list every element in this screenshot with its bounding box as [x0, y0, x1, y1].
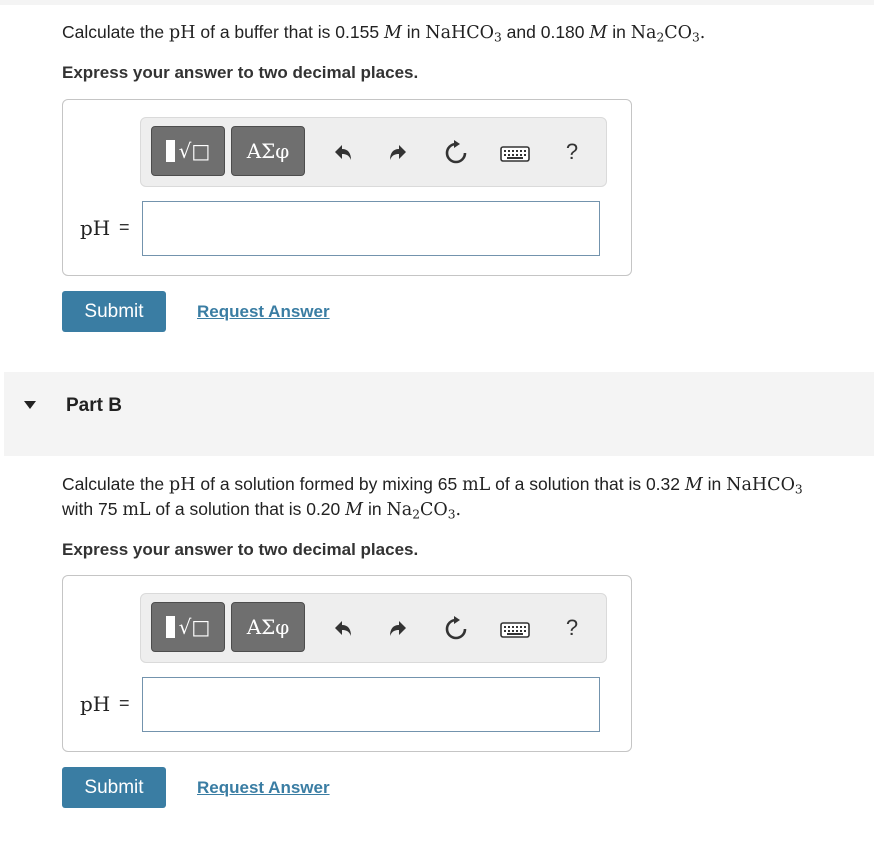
request-answer-link-a[interactable]: Request Answer: [197, 302, 330, 322]
redo-icon[interactable]: [386, 616, 412, 642]
submit-button-b[interactable]: Submit: [62, 767, 166, 808]
caret-down-icon[interactable]: [24, 401, 36, 409]
answer-label-b: pH: [80, 692, 111, 716]
symbols-button-b[interactable]: ΑΣφ: [231, 602, 305, 652]
answer-input-b[interactable]: [142, 677, 600, 732]
question-text-b: Calculate the pH of a solution formed by…: [62, 474, 803, 522]
instruction-b: Express your answer to two decimal place…: [62, 540, 419, 559]
equals-sign-b: =: [119, 693, 130, 713]
symbols-button-a[interactable]: ΑΣφ: [231, 126, 305, 176]
template-button-a[interactable]: √□: [151, 126, 225, 176]
reset-icon[interactable]: [443, 140, 469, 166]
undo-icon[interactable]: [329, 616, 355, 642]
equals-sign-a: =: [119, 217, 130, 237]
answer-input-a[interactable]: [142, 201, 600, 256]
help-icon[interactable]: ?: [559, 139, 585, 165]
redo-icon[interactable]: [386, 140, 412, 166]
answer-label-a: pH: [80, 216, 111, 240]
question-text-a: Calculate the pH of a buffer that is 0.1…: [62, 22, 706, 45]
reset-icon[interactable]: [443, 616, 469, 642]
part-b-header[interactable]: [4, 372, 874, 456]
request-answer-link-b[interactable]: Request Answer: [197, 778, 330, 798]
help-icon[interactable]: ?: [559, 615, 585, 641]
part-b-title: Part B: [66, 395, 122, 416]
top-band: [0, 0, 874, 5]
template-button-b[interactable]: √□: [151, 602, 225, 652]
template-icon: √□: [165, 615, 210, 639]
keyboard-icon[interactable]: [500, 617, 530, 643]
instruction-a: Express your answer to two decimal place…: [62, 63, 419, 82]
keyboard-icon[interactable]: [500, 141, 530, 167]
template-icon: √□: [165, 139, 210, 163]
submit-button-a[interactable]: Submit: [62, 291, 166, 332]
undo-icon[interactable]: [329, 140, 355, 166]
